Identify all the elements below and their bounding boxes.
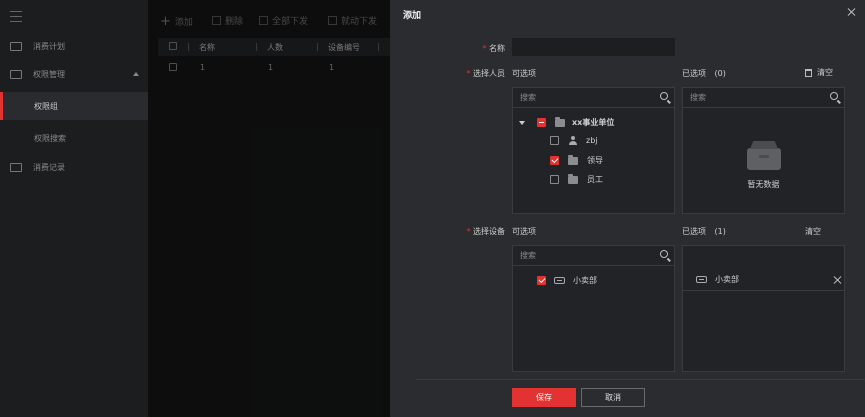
tree-checkbox[interactable] [550, 156, 559, 165]
sidebar-item-label: 消费计划 [33, 41, 65, 51]
empty-text: 暂无数据 [747, 180, 780, 189]
root-checkbox[interactable] [537, 118, 546, 127]
empty-box-icon [747, 148, 781, 170]
selected-device-item: 小卖部 [696, 274, 739, 285]
device-selected-title: 已选项 (1) [682, 226, 726, 237]
search-icon[interactable] [660, 250, 668, 258]
folder-icon [568, 154, 578, 165]
person-icon [568, 136, 577, 145]
device-available-panel: 搜索 小卖部 [512, 245, 675, 372]
trash-icon [805, 68, 812, 77]
search-icon[interactable] [830, 92, 838, 100]
person-available-panel: 搜索 xx事业单位 zbj 领导 员工 [512, 87, 675, 214]
selected-label: 已选项 [682, 69, 706, 78]
search-placeholder: 搜索 [520, 93, 536, 102]
tree-node-label: 员工 [587, 175, 603, 184]
tree-node-label: 领导 [587, 156, 603, 165]
person-selected-panel: 搜索 暂无数据 [682, 87, 845, 214]
folder-icon [555, 116, 565, 127]
tree-node-label: xx事业单位 [572, 118, 615, 127]
cancel-button[interactable]: 取消 [581, 388, 645, 407]
clear-label: 清空 [817, 68, 833, 77]
device-checkbox[interactable] [537, 276, 546, 285]
device-search-input[interactable]: 搜索 [513, 246, 674, 266]
folder-icon [568, 173, 578, 184]
device-selected-panel: 小卖部 [682, 245, 845, 372]
modal-overlay [148, 0, 390, 417]
permission-icon [10, 69, 22, 79]
person-label-text: 选择人员 [473, 69, 505, 78]
clear-devices-button[interactable]: 清空 [805, 226, 821, 237]
save-button[interactable]: 保存 [512, 388, 576, 407]
tree-node-root[interactable]: xx事业单位 [519, 116, 615, 128]
tree-node-label: zbj [586, 136, 598, 145]
sidebar-item-label: 权限搜索 [34, 133, 66, 143]
tree-checkbox[interactable] [550, 136, 559, 145]
device-label-text: 小卖部 [573, 276, 597, 285]
device-label-text: 选择设备 [473, 227, 505, 236]
person-search-input[interactable]: 搜索 [513, 88, 674, 108]
expand-arrow-icon[interactable] [519, 120, 525, 125]
device-label: * 选择设备 [440, 226, 505, 237]
clear-persons-button[interactable]: 清空 [805, 67, 833, 78]
menu-toggle-icon[interactable] [10, 11, 22, 22]
search-placeholder: 搜索 [520, 251, 536, 260]
selected-device-label: 小卖部 [715, 275, 739, 284]
tree-node-leader[interactable]: 领导 [550, 154, 603, 166]
person-label: * 选择人员 [440, 68, 505, 79]
sidebar-item-label: 权限管理 [33, 69, 65, 79]
sidebar-item-consumption-records[interactable]: 消费记录 [0, 153, 148, 181]
sidebar-item-label: 消费记录 [33, 162, 65, 172]
selected-count: (0) [714, 69, 726, 78]
device-icon [554, 277, 565, 284]
name-label-text: 名称 [489, 44, 505, 53]
tree-checkbox[interactable] [550, 175, 559, 184]
sidebar-item-permission-management[interactable]: 权限管理 [0, 60, 148, 88]
tree-node-zbj[interactable]: zbj [550, 136, 598, 145]
person-available-title: 可选项 [512, 69, 536, 78]
footer-divider [416, 379, 865, 380]
device-item[interactable]: 小卖部 [537, 275, 597, 286]
close-icon[interactable] [847, 8, 855, 16]
selected-person-search-input[interactable]: 搜索 [683, 88, 844, 108]
search-icon[interactable] [660, 92, 668, 100]
name-input[interactable] [512, 38, 675, 56]
chevron-up-icon [133, 72, 139, 76]
sidebar-item-permission-group[interactable]: 权限组 [0, 92, 148, 120]
remove-icon[interactable] [833, 276, 841, 284]
selected-label: 已选项 [682, 227, 706, 236]
device-icon [696, 276, 707, 283]
device-available-title: 可选项 [512, 227, 536, 236]
selected-device-row: 小卖部 [683, 246, 844, 291]
selected-count: (1) [714, 227, 726, 236]
plan-icon [10, 41, 22, 51]
sidebar-item-label: 权限组 [34, 101, 58, 111]
search-placeholder: 搜索 [690, 93, 706, 102]
sidebar-item-consumption-plan[interactable]: 消费计划 [0, 32, 148, 60]
name-label: * 名称 [460, 43, 505, 54]
dialog-title: 添加 [403, 11, 422, 21]
person-selected-title: 已选项 (0) [682, 68, 726, 79]
records-icon [10, 162, 22, 172]
sidebar-item-permission-search[interactable]: 权限搜索 [0, 124, 148, 152]
tree-node-staff[interactable]: 员工 [550, 173, 603, 185]
